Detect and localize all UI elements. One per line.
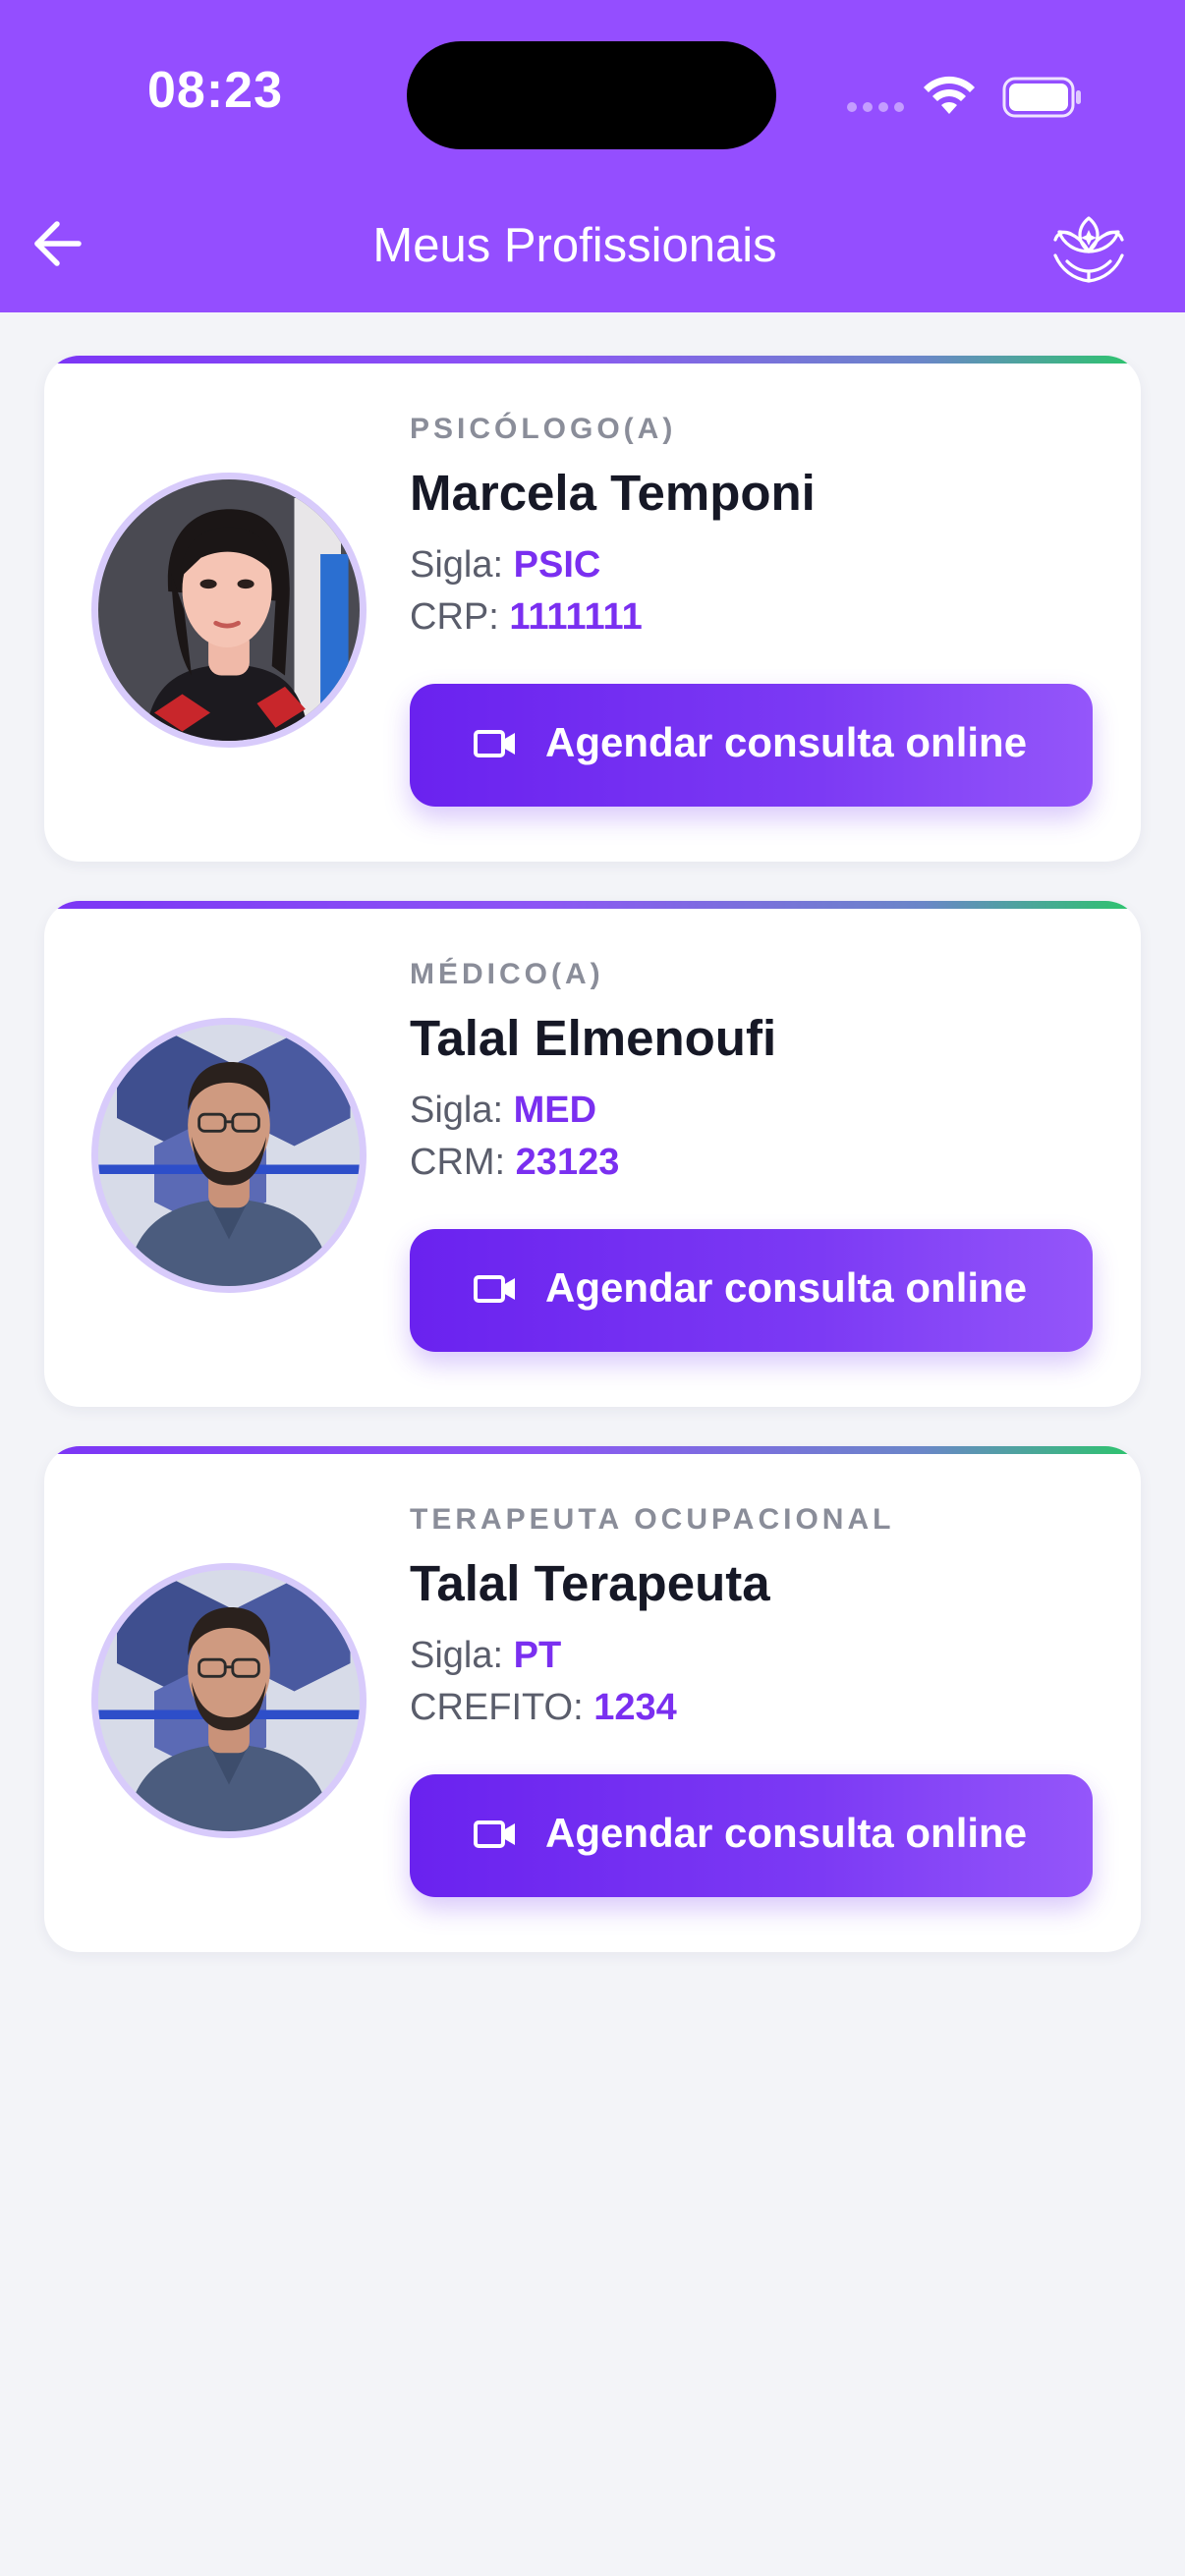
app-logo-button[interactable]	[1047, 208, 1130, 291]
professional-role: TERAPEUTA OCUPACIONAL	[410, 1503, 895, 1536]
lotus-hands-logo	[1053, 216, 1124, 283]
schedule-button-label: Agendar consulta online	[545, 719, 1028, 765]
sigla-line: Sigla: PT	[410, 1635, 561, 1677]
sigla-label: Sigla:	[410, 544, 504, 586]
card-accent-bar	[44, 1446, 1141, 1454]
professional-name: Marcela Temponi	[410, 465, 816, 521]
video-camera-icon	[474, 730, 515, 757]
professional-card: TERAPEUTA OCUPACIONAL Talal Terapeuta Si…	[44, 1446, 1141, 1952]
registry-line: CREFITO: 1234	[410, 1687, 677, 1729]
battery-icon	[1002, 77, 1081, 118]
sigla-label: Sigla:	[410, 1090, 504, 1131]
avatar	[91, 1018, 367, 1293]
registry-label: CRM:	[410, 1142, 506, 1183]
registry-line: CRP: 1111111	[410, 596, 643, 639]
dynamic-island	[407, 41, 776, 149]
professional-card: PSICÓLOGO(A) Marcela Temponi Sigla: PSIC…	[44, 356, 1141, 862]
professional-card: MÉDICO(A) Talal Elmenoufi Sigla: MED CRM…	[44, 901, 1141, 1407]
registry-value: 23123	[515, 1142, 620, 1183]
sigla-line: Sigla: PSIC	[410, 544, 600, 587]
status-icons	[847, 73, 1083, 122]
page-title: Meus Profissionais	[372, 219, 777, 272]
status-time: 08:23	[147, 62, 283, 119]
professional-name: Talal Terapeuta	[410, 1555, 770, 1611]
avatar	[91, 1563, 367, 1838]
professional-role: MÉDICO(A)	[410, 958, 604, 990]
registry-label: CRP:	[410, 596, 499, 638]
sigla-value: PSIC	[513, 544, 601, 586]
registry-label: CREFITO:	[410, 1687, 584, 1728]
schedule-button-label: Agendar consulta online	[545, 1264, 1028, 1311]
sigla-line: Sigla: MED	[410, 1090, 596, 1132]
card-accent-bar	[44, 356, 1141, 364]
schedule-button-label: Agendar consulta online	[545, 1810, 1028, 1856]
sigla-value: MED	[513, 1090, 597, 1131]
card-accent-bar	[44, 901, 1141, 909]
registry-value: 1111111	[509, 596, 643, 638]
avatar	[91, 473, 367, 748]
wifi-icon	[924, 76, 975, 114]
video-camera-icon	[474, 1820, 515, 1848]
registry-value: 1234	[593, 1687, 677, 1728]
schedule-online-button[interactable]: Agendar consulta online	[410, 1774, 1093, 1897]
registry-line: CRM: 23123	[410, 1142, 619, 1184]
video-camera-icon	[474, 1275, 515, 1303]
professional-role: PSICÓLOGO(A)	[410, 413, 677, 445]
cellular-signal-icon	[847, 102, 906, 114]
sigla-label: Sigla:	[410, 1635, 504, 1676]
sigla-value: PT	[513, 1635, 562, 1676]
professional-name: Talal Elmenoufi	[410, 1010, 777, 1066]
app-header: 08:23 Meus Profissionais	[0, 0, 1185, 312]
schedule-online-button[interactable]: Agendar consulta online	[410, 1229, 1093, 1352]
schedule-online-button[interactable]: Agendar consulta online	[410, 684, 1093, 807]
